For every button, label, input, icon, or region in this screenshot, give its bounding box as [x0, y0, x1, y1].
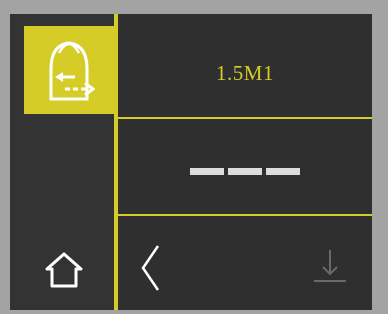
tape-direction-mode-icon: [49, 41, 96, 101]
home-button[interactable]: [40, 246, 88, 294]
back-button[interactable]: [134, 238, 166, 298]
mode-title: 1.5M1: [216, 60, 274, 85]
title-row: 1.5M1: [118, 28, 372, 118]
download-button[interactable]: [306, 242, 354, 290]
reading-value: ---: [190, 168, 320, 182]
reading-dash: [266, 168, 300, 175]
divider-bottom: [118, 214, 372, 216]
reading-dash: [190, 168, 224, 175]
chevron-left-icon: [141, 245, 160, 291]
home-icon: [45, 252, 83, 288]
divider-top: [118, 117, 372, 119]
reading-dash: [228, 168, 262, 175]
download-icon: [314, 250, 346, 282]
mode-button[interactable]: [24, 26, 114, 114]
